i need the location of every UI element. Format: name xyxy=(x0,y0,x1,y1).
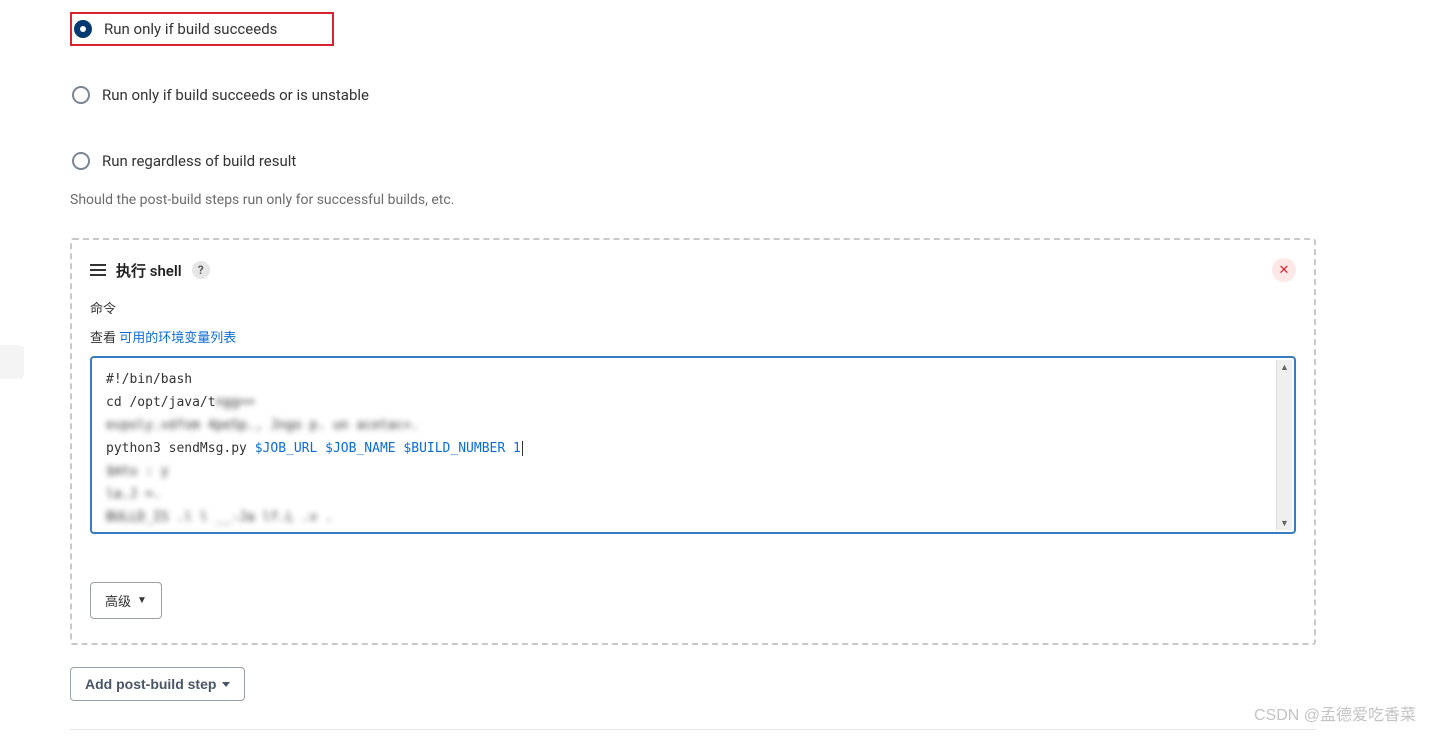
code-area[interactable]: #!/bin/bash cd /opt/java/tngg== evpoly.v… xyxy=(94,360,1292,530)
radio-label: Run regardless of build result xyxy=(102,152,296,170)
radio-option-build-succeeds[interactable]: Run only if build succeeds xyxy=(70,12,334,46)
divider xyxy=(70,729,1316,730)
scrollbar[interactable]: ▲ ▼ xyxy=(1276,360,1292,530)
scroll-down-icon[interactable]: ▼ xyxy=(1277,516,1292,530)
caret-down-icon xyxy=(222,682,230,687)
env-variables-link[interactable]: 可用的环境变量列表 xyxy=(119,331,236,346)
advanced-button[interactable]: 高级 ▼ xyxy=(90,582,162,619)
add-post-build-step-button[interactable]: Add post-build step xyxy=(70,667,245,701)
radio-help-text: Should the post-build steps run only for… xyxy=(70,192,1316,208)
env-link-row: 查看 可用的环境变量列表 xyxy=(90,327,1296,346)
radio-icon xyxy=(72,86,90,104)
radio-label: Run only if build succeeds or is unstabl… xyxy=(102,86,369,104)
advanced-label: 高级 xyxy=(105,591,131,610)
chevron-down-icon: ▼ xyxy=(137,595,147,606)
radio-icon xyxy=(72,152,90,170)
shell-command-input[interactable]: #!/bin/bash cd /opt/java/tngg== evpoly.v… xyxy=(90,356,1296,534)
shell-step-box: 执行 shell ? ✕ 命令 查看 可用的环境变量列表 #!/bin/bash… xyxy=(70,238,1316,645)
side-stub xyxy=(0,345,24,379)
radio-label: Run only if build succeeds xyxy=(104,20,277,38)
text-cursor xyxy=(522,441,523,456)
radio-icon xyxy=(74,20,92,38)
env-prefix: 查看 xyxy=(90,331,119,346)
command-label: 命令 xyxy=(90,298,1296,317)
step-title: 执行 shell xyxy=(116,260,182,281)
close-icon[interactable]: ✕ xyxy=(1272,258,1296,282)
radio-option-regardless[interactable]: Run regardless of build result xyxy=(70,148,1316,174)
help-icon[interactable]: ? xyxy=(192,261,210,279)
add-step-label: Add post-build step xyxy=(85,676,216,692)
radio-option-succeeds-or-unstable[interactable]: Run only if build succeeds or is unstabl… xyxy=(70,82,1316,108)
drag-handle-icon[interactable] xyxy=(90,264,106,276)
scroll-up-icon[interactable]: ▲ xyxy=(1277,360,1292,374)
